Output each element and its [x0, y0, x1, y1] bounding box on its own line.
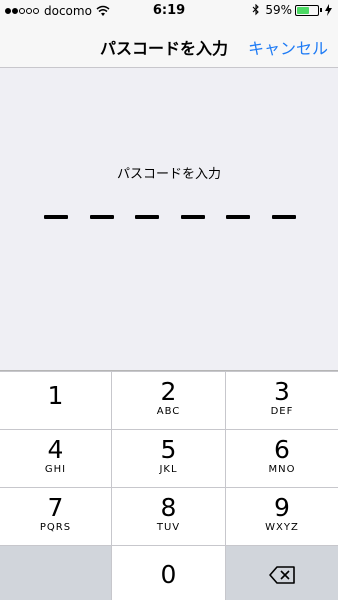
key-letters: DEF: [270, 406, 294, 417]
passcode-dash: [272, 215, 296, 219]
key-7[interactable]: 7 PQRS: [0, 488, 111, 545]
passcode-dashes: [44, 215, 296, 221]
key-digit: 2: [160, 377, 177, 406]
key-6[interactable]: 6 MNO: [226, 430, 338, 487]
passcode-area: パスコードを入力: [0, 68, 338, 370]
passcode-dash: [89, 215, 114, 219]
key-letters: TUV: [156, 522, 181, 533]
key-digit: 9: [274, 493, 290, 522]
passcode-prompt: パスコードを入力: [116, 167, 221, 182]
key-digit: 0: [160, 560, 177, 589]
passcode-dash: [226, 215, 251, 219]
passcode-dash: [44, 215, 68, 219]
status-bar: docomo 6:19 59%: [0, 0, 338, 22]
key-5[interactable]: 5 JKL: [112, 430, 225, 487]
key-digit: 1: [47, 381, 64, 410]
key-digit: 4: [47, 435, 64, 464]
key-digit: 6: [274, 435, 290, 464]
passcode-dash: [180, 215, 205, 219]
key-letters: PQRS: [39, 522, 72, 533]
cancel-button[interactable]: キャンセル: [248, 35, 328, 59]
key-letters: ABC: [156, 406, 181, 417]
key-digit: 5: [160, 435, 177, 464]
key-2[interactable]: 2 ABC: [112, 372, 225, 429]
navigation-bar: パスコードを入力 キャンセル: [0, 22, 338, 68]
battery-icon: [295, 4, 319, 16]
battery-tip: [320, 8, 322, 12]
battery-percent: 59%: [265, 3, 292, 17]
numeric-keypad: 1 2 ABC 3 DEF 4 GHI 5 JKL 6 MNO 7 PQRS 8 TUV 9 WXYZ 0: [0, 370, 338, 600]
status-right: 59%: [252, 3, 332, 17]
key-letters: JKL: [159, 464, 178, 475]
key-letters: GHI: [44, 464, 67, 475]
key-1[interactable]: 1: [0, 372, 111, 429]
key-digit: 7: [47, 493, 64, 522]
battery-fill: [297, 6, 309, 14]
key-4[interactable]: 4 GHI: [0, 430, 111, 487]
key-letters: MNO: [268, 464, 296, 475]
bluetooth-icon: [252, 4, 260, 16]
passcode-dash: [135, 215, 160, 219]
delete-button[interactable]: [226, 546, 338, 600]
key-digit: 3: [274, 377, 290, 406]
delete-backspace-icon: [269, 566, 295, 584]
key-8[interactable]: 8 TUV: [112, 488, 225, 545]
key-letters: WXYZ: [265, 522, 299, 533]
nav-title-text: パスコードを入力: [100, 39, 229, 58]
key-digit: 8: [160, 493, 177, 522]
key-3[interactable]: 3 DEF: [226, 372, 338, 429]
key-0[interactable]: 0: [112, 546, 225, 600]
empty-key: [0, 546, 111, 600]
key-9[interactable]: 9 WXYZ: [226, 488, 338, 545]
charging-icon: [325, 4, 332, 16]
